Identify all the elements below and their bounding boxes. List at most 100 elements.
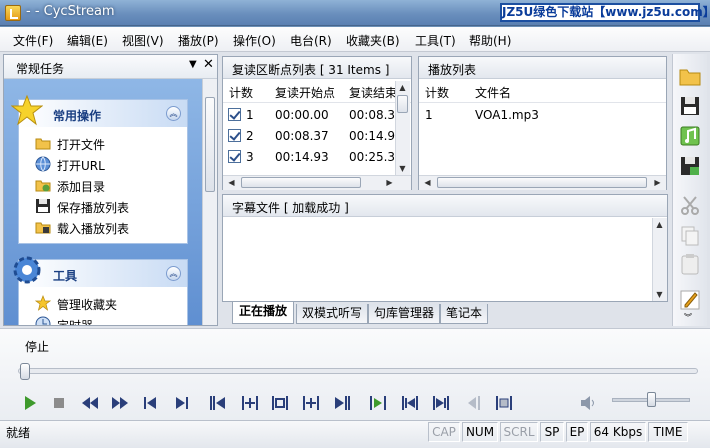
breakpoint-vscroll[interactable]: ▲ ▼ [395, 81, 410, 175]
playlist-panel-header: 播放列表 [419, 57, 666, 79]
scroll-up-icon[interactable]: ▲ [396, 81, 409, 94]
cell-end: 00:08.37 [349, 108, 395, 122]
column-start[interactable]: 复读开始点 [275, 84, 335, 101]
cell-index: 3 [246, 150, 254, 164]
open-folder-icon[interactable] [678, 64, 702, 88]
row-checkbox[interactable] [228, 150, 241, 163]
scroll-thumb[interactable] [205, 97, 215, 192]
save-as-icon[interactable] [678, 154, 702, 178]
chevron-down-icon[interactable]: ︾ [684, 312, 692, 323]
subtitle-vscroll[interactable]: ▲ ▼ [652, 218, 667, 301]
column-end[interactable]: 复读结束 [349, 84, 397, 101]
subtitle-text-area[interactable] [223, 218, 651, 301]
task-group-title: 常用操作 [53, 109, 102, 123]
scroll-left-icon[interactable]: ◀ [421, 176, 434, 189]
indicator-bitrate: 64 Kbps [590, 422, 646, 442]
menu-edit[interactable]: 编辑(E) [67, 32, 108, 49]
gear-icon [13, 256, 41, 284]
insert-breakpoint-icon[interactable] [301, 394, 321, 412]
previous-icon[interactable] [140, 394, 160, 412]
paste-icon[interactable] [678, 252, 702, 276]
menu-operate[interactable]: 操作(O) [233, 32, 276, 49]
speaker-icon[interactable] [578, 394, 598, 412]
menu-tools[interactable]: 工具(T) [415, 32, 456, 49]
indicator-time: TIME [648, 422, 688, 442]
scroll-left-icon[interactable]: ◀ [225, 176, 238, 189]
play-icon[interactable] [20, 394, 40, 412]
globe-icon [35, 156, 51, 172]
seek-handle[interactable] [20, 363, 30, 380]
menu-help[interactable]: 帮助(H) [469, 32, 511, 49]
collapse-icon[interactable]: ︽ [166, 266, 181, 281]
row-checkbox[interactable] [228, 129, 241, 142]
last-breakpoint-icon[interactable] [332, 394, 352, 412]
copy-icon[interactable] [678, 224, 702, 248]
task-label: 管理收藏夹 [57, 298, 118, 312]
fast-forward-icon[interactable] [110, 394, 130, 412]
menu-view[interactable]: 视图(V) [122, 32, 164, 49]
task-group-title: 工具 [53, 269, 78, 283]
collapse-icon[interactable]: ︽ [166, 106, 181, 121]
rewind-icon[interactable] [80, 394, 100, 412]
close-icon[interactable]: ✕ [203, 57, 214, 72]
tab-dictation[interactable]: 双模式听写 [296, 304, 368, 324]
menu-file[interactable]: 文件(F) [13, 32, 53, 49]
task-label: 保存播放列表 [57, 201, 130, 215]
breakpoint-hscroll[interactable]: ◀ ▶ [223, 175, 411, 190]
repeat-next-icon[interactable] [431, 394, 451, 412]
repeat-previous-icon[interactable] [400, 394, 420, 412]
cell-index: 1 [246, 108, 254, 122]
menu-radio[interactable]: 电台(R) [290, 32, 332, 49]
stop-icon[interactable] [49, 394, 69, 412]
row-checkbox[interactable] [228, 108, 241, 121]
menu-play[interactable]: 播放(P) [178, 32, 219, 49]
cell-index: 2 [246, 129, 254, 143]
tab-notebook[interactable]: 笔记本 [440, 304, 488, 324]
playlist-panel: 播放列表 计数 文件名 1 VOA1.mp3 ◀ ▶ [418, 56, 667, 190]
column-index[interactable]: 计数 [229, 84, 253, 101]
add-breakpoint-icon[interactable] [240, 394, 260, 412]
table-row[interactable]: 1 00:00.00 00:08.37 [223, 105, 395, 125]
breakpoint-panel-header: 复读区断点列表 [ 31 Items ] [223, 57, 411, 79]
table-row[interactable]: 2 00:08.37 00:14.93 [223, 126, 395, 146]
scroll-down-icon[interactable]: ▼ [396, 162, 409, 175]
column-index[interactable]: 计数 [425, 84, 449, 101]
first-breakpoint-icon[interactable] [208, 394, 228, 412]
seek-bar[interactable] [18, 368, 698, 374]
save-icon[interactable] [678, 94, 702, 118]
table-row[interactable]: 3 00:14.93 00:25.37 [223, 147, 395, 167]
scroll-thumb[interactable] [241, 177, 361, 188]
scroll-right-icon[interactable]: ▶ [383, 176, 396, 189]
next-icon[interactable] [172, 394, 192, 412]
task-pane-scrollbar[interactable] [202, 79, 217, 325]
dropdown-icon[interactable]: ▼ [189, 59, 197, 70]
tab-now-playing[interactable]: 正在播放 [232, 302, 294, 324]
cell-filename: VOA1.mp3 [475, 108, 539, 122]
scroll-right-icon[interactable]: ▶ [651, 176, 664, 189]
column-filename[interactable]: 文件名 [475, 84, 511, 101]
back-disabled-icon[interactable] [463, 394, 483, 412]
volume-handle[interactable] [646, 392, 656, 407]
music-note-icon[interactable] [678, 124, 702, 148]
scroll-up-icon[interactable]: ▲ [653, 218, 666, 231]
scroll-thumb[interactable] [397, 95, 408, 113]
right-toolbar: ︾ [672, 54, 707, 326]
menu-favorites[interactable]: 收藏夹(B) [346, 32, 400, 49]
task-group-header[interactable]: 常用操作 ︽ [11, 94, 187, 127]
cut-icon[interactable] [678, 194, 702, 218]
subtitle-panel-title: 字幕文件 [ 加载成功 ] [232, 201, 349, 215]
scroll-thumb[interactable] [437, 177, 647, 188]
playlist-hscroll[interactable]: ◀ ▶ [419, 175, 666, 190]
repeat-play-icon[interactable] [368, 394, 388, 412]
table-row[interactable]: 1 VOA1.mp3 [419, 105, 666, 125]
edit-breakpoint-icon[interactable] [270, 394, 290, 412]
tab-sentence-library[interactable]: 句库管理器 [368, 304, 440, 324]
edit-icon[interactable] [678, 288, 702, 312]
loop-box-icon[interactable] [494, 394, 514, 412]
app-icon[interactable] [5, 5, 21, 21]
scroll-down-icon[interactable]: ▼ [653, 288, 666, 301]
task-label: 添加目录 [57, 180, 106, 194]
task-label: 打开文件 [57, 138, 106, 152]
task-group-header[interactable]: 工具 ︽ [13, 256, 187, 287]
breakpoint-panel: 复读区断点列表 [ 31 Items ] 计数 复读开始点 复读结束 1 00:… [222, 56, 412, 190]
